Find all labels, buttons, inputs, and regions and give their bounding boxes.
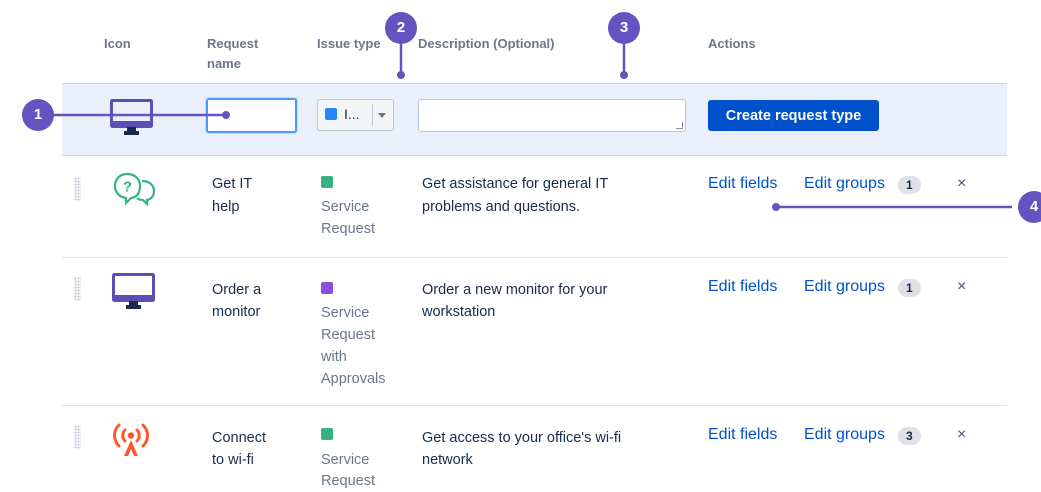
callout-lines <box>48 42 1012 211</box>
callout-badge: 2 <box>385 12 417 44</box>
callout-badge: 1 <box>22 99 54 131</box>
callout-badge: 3 <box>608 12 640 44</box>
